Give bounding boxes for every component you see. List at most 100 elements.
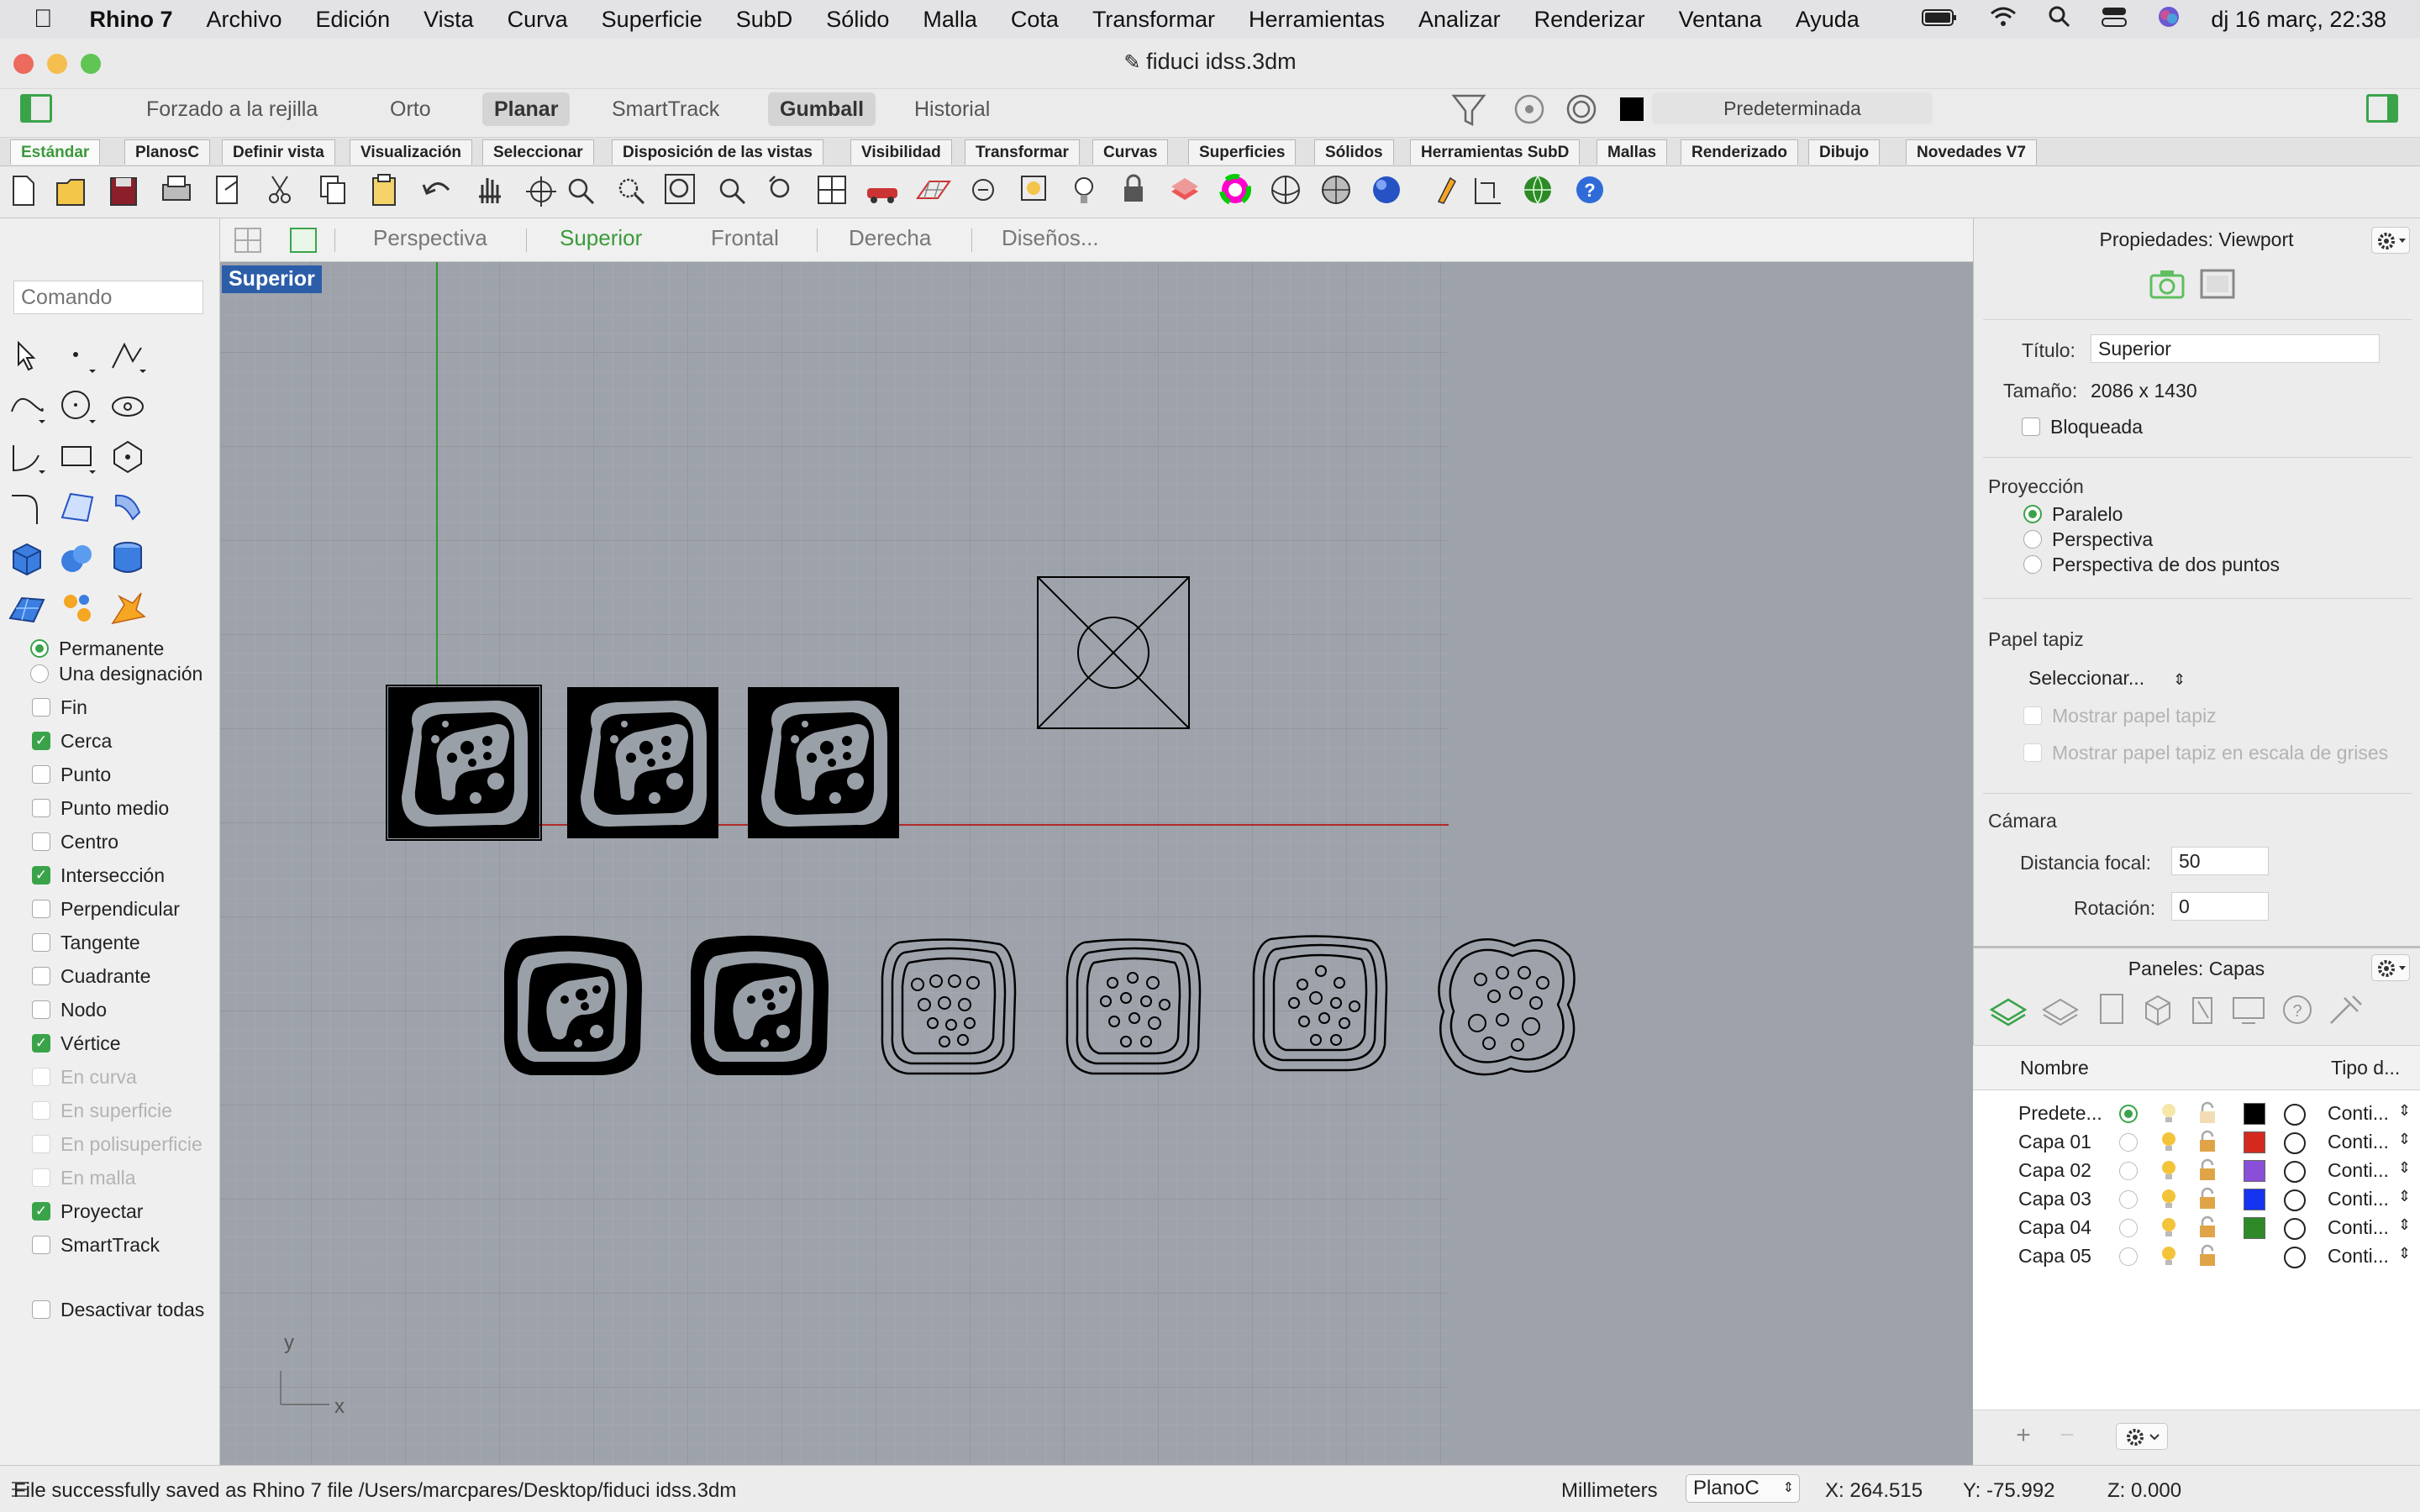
properties-panel-icon[interactable] bbox=[2042, 998, 2079, 1026]
add-layer-button[interactable]: + bbox=[2008, 1421, 2039, 1452]
sidebar-toggle-right-icon[interactable] bbox=[2366, 94, 2398, 123]
layer-current-radio[interactable] bbox=[2119, 1219, 2138, 1237]
layer-name[interactable]: Capa 05 bbox=[2018, 1245, 2091, 1268]
osnap-item-0[interactable]: Fin bbox=[32, 694, 87, 721]
layer-material-icon[interactable] bbox=[2284, 1132, 2306, 1154]
named-views-icon[interactable] bbox=[867, 188, 897, 203]
layer-row[interactable]: Capa 03 Conti... ⇕ bbox=[1973, 1184, 2420, 1213]
lightbulb-icon[interactable] bbox=[2156, 1186, 2181, 1216]
curve-icon[interactable] bbox=[7, 386, 47, 427]
osnap-once-radio[interactable]: Una designación bbox=[30, 660, 203, 687]
menu-8[interactable]: Cota bbox=[1011, 7, 1059, 33]
paste-icon[interactable] bbox=[372, 174, 396, 206]
menu-3[interactable]: Curva bbox=[508, 7, 568, 33]
sphere-icon[interactable] bbox=[57, 538, 97, 578]
layer-material-icon[interactable] bbox=[2284, 1218, 2306, 1240]
layer-color-swatch[interactable] bbox=[2244, 1160, 2265, 1182]
print-icon[interactable] bbox=[162, 176, 191, 201]
select-arrow-icon[interactable] bbox=[7, 336, 47, 376]
viewport-title-field[interactable]: Superior bbox=[2091, 334, 2380, 363]
fiducial-tag-2[interactable] bbox=[567, 687, 718, 838]
tab-14[interactable]: Dibujo bbox=[1808, 139, 1881, 165]
osnap-item-13[interactable]: En polisuperficie bbox=[32, 1131, 203, 1158]
layer-row[interactable]: Capa 05 Conti... ⇕ bbox=[1973, 1242, 2420, 1270]
zoom-window-icon[interactable] bbox=[618, 178, 645, 205]
new-file-icon[interactable] bbox=[13, 176, 34, 206]
apple-icon[interactable]:  bbox=[34, 5, 53, 34]
projection-two-point-radio[interactable]: Perspectiva de dos puntos bbox=[2023, 551, 2280, 578]
menu-6[interactable]: Sólido bbox=[826, 7, 889, 33]
tab-9[interactable]: Superficies bbox=[1188, 139, 1297, 165]
menu-11[interactable]: Analizar bbox=[1418, 7, 1501, 33]
osnap-item-9[interactable]: Nodo bbox=[32, 996, 107, 1023]
pan-icon[interactable] bbox=[479, 178, 501, 203]
layers-panel-icon[interactable] bbox=[1989, 998, 2028, 1026]
color-wheel-icon[interactable] bbox=[1219, 174, 1251, 206]
undo-icon[interactable] bbox=[422, 182, 450, 195]
osnap-item-5[interactable]: ✓ Intersección bbox=[32, 862, 165, 889]
cylinder-icon[interactable] bbox=[108, 538, 148, 578]
rotation-field[interactable]: 0 bbox=[2171, 892, 2269, 921]
display-panel-icon[interactable] bbox=[2233, 997, 2265, 1024]
battery-icon[interactable] bbox=[1922, 7, 1959, 33]
fillet-icon[interactable] bbox=[7, 487, 47, 528]
fiducial-tag-3[interactable] bbox=[748, 687, 899, 838]
smarttrack-toggle[interactable]: SmartTrack bbox=[600, 92, 731, 126]
command-input[interactable] bbox=[13, 281, 203, 314]
tab-1[interactable]: PlanosC bbox=[124, 139, 211, 165]
ortho-toggle[interactable]: Orto bbox=[378, 92, 443, 126]
cplane-select[interactable]: PlanoC ⇕ bbox=[1686, 1474, 1800, 1503]
fiducial-shape-4[interactable] bbox=[503, 935, 642, 1075]
zoom-icon[interactable] bbox=[568, 178, 595, 205]
layer-current-radio[interactable] bbox=[2119, 1247, 2138, 1266]
layer-color-swatch[interactable] bbox=[2244, 1103, 2265, 1125]
tab-7[interactable]: Transformar bbox=[965, 139, 1080, 165]
viewport-tab-0[interactable]: Perspectiva bbox=[373, 225, 487, 251]
osnap-item-12[interactable]: En superficie bbox=[32, 1097, 172, 1124]
grid-snap-toggle[interactable]: Forzado a la rejilla bbox=[134, 92, 329, 126]
osnap-item-4[interactable]: Centro bbox=[32, 828, 118, 855]
tab-12[interactable]: Mallas bbox=[1597, 139, 1668, 165]
layer-options-gear-icon[interactable] bbox=[2116, 1423, 2168, 1450]
copy-icon[interactable] bbox=[320, 176, 345, 204]
lightbulb-icon[interactable] bbox=[2156, 1243, 2181, 1273]
osnap-permanent-radio[interactable]: Permanente bbox=[30, 635, 164, 662]
layer-linetype[interactable]: Conti... bbox=[2328, 1131, 2389, 1153]
tools-panel-icon[interactable] bbox=[2330, 995, 2362, 1024]
layer-name[interactable]: Capa 02 bbox=[2018, 1159, 2091, 1182]
layer-name[interactable]: Capa 03 bbox=[2018, 1188, 2091, 1210]
sidebar-toggle-left-icon[interactable] bbox=[20, 94, 52, 123]
lightbulb-icon[interactable] bbox=[2156, 1129, 2181, 1159]
layers-gear-icon[interactable] bbox=[2371, 954, 2410, 981]
polygon-icon[interactable] bbox=[108, 437, 148, 477]
osnap-item-15[interactable]: ✓ Proyectar bbox=[32, 1198, 143, 1225]
mesh-icon[interactable] bbox=[7, 588, 47, 628]
menu-10[interactable]: Herramientas bbox=[1249, 7, 1385, 33]
padlock-icon[interactable] bbox=[2195, 1129, 2220, 1159]
layer-material-icon[interactable] bbox=[2284, 1247, 2306, 1268]
layer-color-swatch[interactable] bbox=[2244, 1189, 2265, 1210]
viewport-layout-icon[interactable] bbox=[818, 176, 846, 204]
mesh-sphere-icon[interactable] bbox=[1322, 176, 1350, 204]
viewport-tab-1[interactable]: Superior bbox=[560, 225, 642, 251]
block-panel-icon[interactable] bbox=[2145, 995, 2170, 1026]
clock[interactable]: dj 16 març, 22:38 bbox=[2211, 7, 2386, 33]
viewport-tab-3[interactable]: Derecha bbox=[849, 225, 931, 251]
layer-material-icon[interactable] bbox=[2284, 1161, 2306, 1183]
padlock-icon[interactable] bbox=[2195, 1186, 2220, 1216]
remove-layer-button[interactable]: − bbox=[2052, 1421, 2082, 1452]
osnap-item-1[interactable]: ✓ Cerca bbox=[32, 727, 112, 754]
layer-current-radio[interactable] bbox=[2119, 1190, 2138, 1209]
menu-5[interactable]: SubD bbox=[736, 7, 793, 33]
layer-material-icon[interactable] bbox=[2284, 1189, 2306, 1211]
explode-icon[interactable] bbox=[108, 588, 148, 628]
history-toggle[interactable]: Historial bbox=[902, 92, 1002, 126]
cplane-icon[interactable] bbox=[916, 181, 951, 199]
planar-toggle[interactable]: Planar bbox=[482, 92, 571, 126]
menu-0[interactable]: Archivo bbox=[207, 7, 282, 33]
open-file-icon[interactable] bbox=[56, 179, 85, 206]
fiducial-shape-5[interactable] bbox=[690, 935, 829, 1075]
viewport-tab-2[interactable]: Frontal bbox=[711, 225, 779, 251]
projection-perspective-radio[interactable]: Perspectiva bbox=[2023, 526, 2153, 553]
viewport-tab-4[interactable]: Diseños... bbox=[1002, 225, 1099, 251]
